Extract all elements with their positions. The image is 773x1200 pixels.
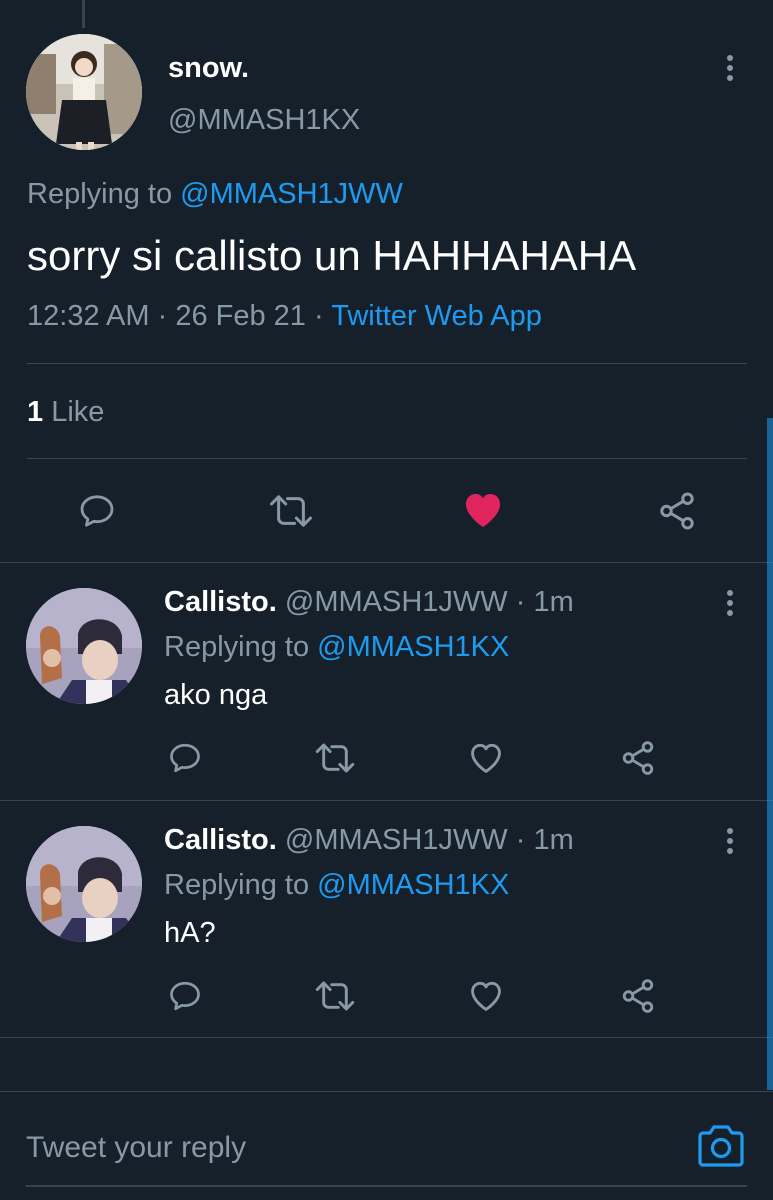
retweet-button[interactable]: [313, 976, 357, 1016]
heart-icon: [465, 494, 501, 528]
share-button[interactable]: [654, 489, 700, 533]
tweet-text: ako nga: [164, 679, 268, 711]
replying-to-label: Replying to: [164, 631, 310, 663]
more-vertical-icon[interactable]: [727, 590, 733, 616]
heart-icon: [471, 743, 501, 773]
likes-count[interactable]: 1 Like: [27, 396, 104, 429]
replying-to-mention[interactable]: @MMASH1JWW: [180, 178, 403, 210]
share-icon: [660, 492, 694, 530]
replying-to-line: Replying to @MMASH1KX: [164, 869, 509, 902]
camera-button[interactable]: [696, 1123, 746, 1169]
timestamp: 1m: [533, 824, 574, 856]
avatar[interactable]: [26, 588, 142, 704]
retweet-button[interactable]: [313, 738, 357, 778]
like-button[interactable]: [460, 487, 506, 533]
avatar-photo: [26, 588, 142, 704]
handle[interactable]: @MMASH1JWW: [285, 586, 508, 618]
tweet-time: 12:32 AM: [27, 300, 150, 332]
replying-to-mention[interactable]: @MMASH1KX: [317, 869, 509, 901]
speech-bubble-icon: [170, 981, 200, 1011]
reply-button[interactable]: [165, 976, 205, 1016]
timestamp: 1m: [533, 586, 574, 618]
replying-to-line: Replying to @MMASH1KX: [164, 631, 509, 664]
share-button[interactable]: [618, 976, 658, 1016]
meta-separator: ·: [515, 586, 526, 618]
tweet-source-link[interactable]: Twitter Web App: [331, 300, 542, 332]
reply-input[interactable]: Tweet your reply: [26, 1131, 246, 1165]
main-tweet: snow. @MMASH1KX Replying to @MMASH1JWW s…: [0, 0, 773, 562]
reply-header: Callisto. @MMASH1JWW · 1m: [164, 586, 574, 619]
reply-button[interactable]: [165, 738, 205, 778]
tweet-text: sorry si callisto un HAHHAHAHA: [27, 232, 637, 279]
like-button[interactable]: [466, 976, 506, 1016]
reply-composer: Tweet your reply: [0, 1091, 773, 1200]
reply-tweet[interactable]: Callisto. @MMASH1JWW · 1m Replying to @M…: [0, 801, 773, 1038]
avatar-photo: [26, 826, 142, 942]
tweet-text: hA?: [164, 917, 216, 949]
replying-to-label: Replying to: [164, 869, 310, 901]
tweet-date: 26 Feb 21: [175, 300, 306, 332]
avatar-photo: [26, 34, 142, 150]
avatar[interactable]: [26, 826, 142, 942]
retweet-icon: [315, 981, 355, 1011]
replying-to-label: Replying to: [27, 178, 173, 210]
like-button[interactable]: [466, 738, 506, 778]
input-underline: [26, 1185, 747, 1187]
share-icon: [622, 741, 654, 775]
speech-bubble-icon: [80, 495, 114, 527]
reply-button[interactable]: [74, 489, 120, 533]
display-name[interactable]: Callisto.: [164, 586, 277, 618]
handle[interactable]: @MMASH1KX: [168, 104, 360, 137]
meta-separator: ·: [157, 300, 168, 332]
share-button[interactable]: [618, 738, 658, 778]
divider: [27, 363, 747, 364]
reply-header: Callisto. @MMASH1JWW · 1m: [164, 824, 574, 857]
more-vertical-icon[interactable]: [727, 55, 733, 81]
meta-separator: ·: [515, 824, 526, 856]
like-count-number: 1: [27, 396, 44, 428]
replying-to-line: Replying to @MMASH1JWW: [27, 178, 403, 211]
display-name[interactable]: snow.: [168, 52, 249, 85]
speech-bubble-icon: [170, 743, 200, 773]
retweet-icon: [270, 495, 312, 527]
divider: [27, 458, 747, 459]
camera-icon: [698, 1125, 744, 1167]
retweet-button[interactable]: [266, 489, 316, 533]
handle[interactable]: @MMASH1JWW: [285, 824, 508, 856]
display-name[interactable]: Callisto.: [164, 824, 277, 856]
meta-separator: ·: [314, 300, 324, 332]
scrollbar[interactable]: [767, 418, 773, 1090]
retweet-icon: [315, 743, 355, 773]
replying-to-mention[interactable]: @MMASH1KX: [317, 631, 509, 663]
more-vertical-icon[interactable]: [727, 828, 733, 854]
divider: [0, 1037, 773, 1038]
like-count-label: Like: [51, 396, 105, 428]
tweet-metadata: 12:32 AM · 26 Feb 21 · Twitter Web App: [27, 300, 542, 333]
reply-tweet[interactable]: Callisto. @MMASH1JWW · 1m Replying to @M…: [0, 563, 773, 800]
heart-icon: [471, 981, 501, 1011]
avatar[interactable]: [26, 34, 142, 150]
share-icon: [622, 979, 654, 1013]
